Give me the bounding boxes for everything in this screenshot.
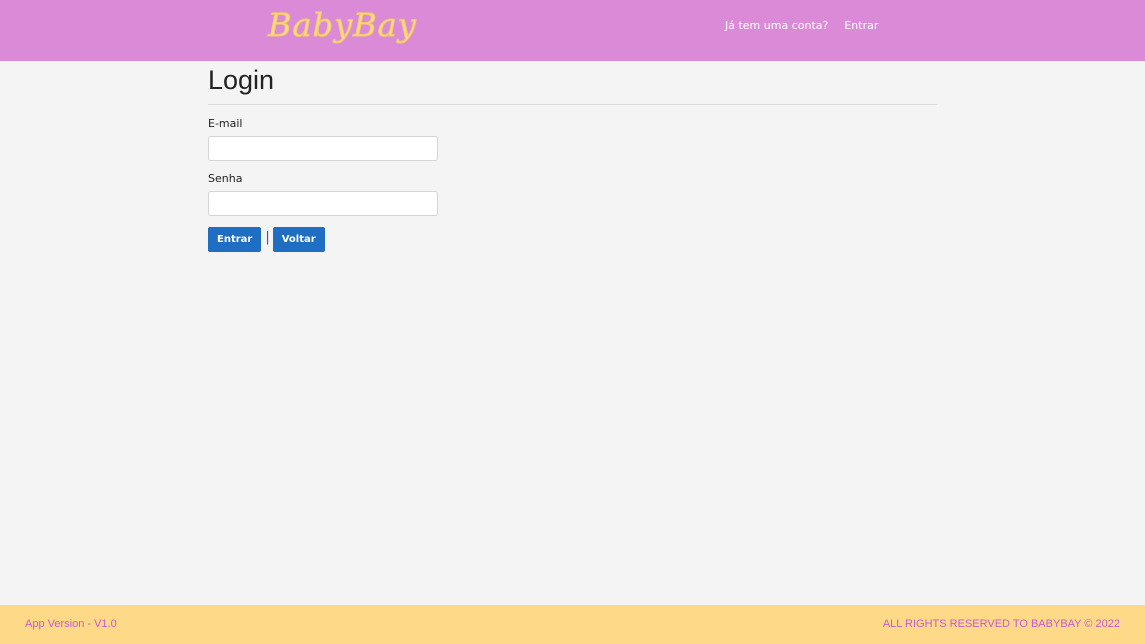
title-divider (208, 104, 937, 105)
password-field[interactable] (208, 191, 438, 216)
back-button[interactable]: Voltar (272, 227, 325, 252)
copyright-notice: ALL RIGHTS RESERVED TO BABYBAY © 2022 (882, 618, 1120, 630)
email-label: E-mail (208, 117, 243, 130)
password-label: Senha (208, 172, 243, 185)
top-navbar: BabyBay Já tem uma conta? Entrar (0, 0, 1145, 61)
form-actions: Entrar | Voltar (208, 227, 937, 252)
login-form-container: Login E-mail Senha Entrar | Voltar (208, 61, 937, 252)
account-prompt-link[interactable]: Já tem uma conta? (725, 19, 828, 32)
footer: App Version - V1.0 ALL RIGHTS RESERVED T… (0, 605, 1145, 644)
email-field[interactable] (208, 136, 438, 161)
page-title: Login (208, 65, 275, 95)
login-nav-link[interactable]: Entrar (844, 19, 878, 32)
app-version: App Version - V1.0 (25, 618, 117, 630)
nav-right: Já tem uma conta? Entrar (725, 19, 878, 32)
button-separator: | (265, 230, 270, 245)
brand-logo[interactable]: BabyBay (268, 6, 417, 45)
submit-login-button[interactable]: Entrar (208, 227, 262, 252)
